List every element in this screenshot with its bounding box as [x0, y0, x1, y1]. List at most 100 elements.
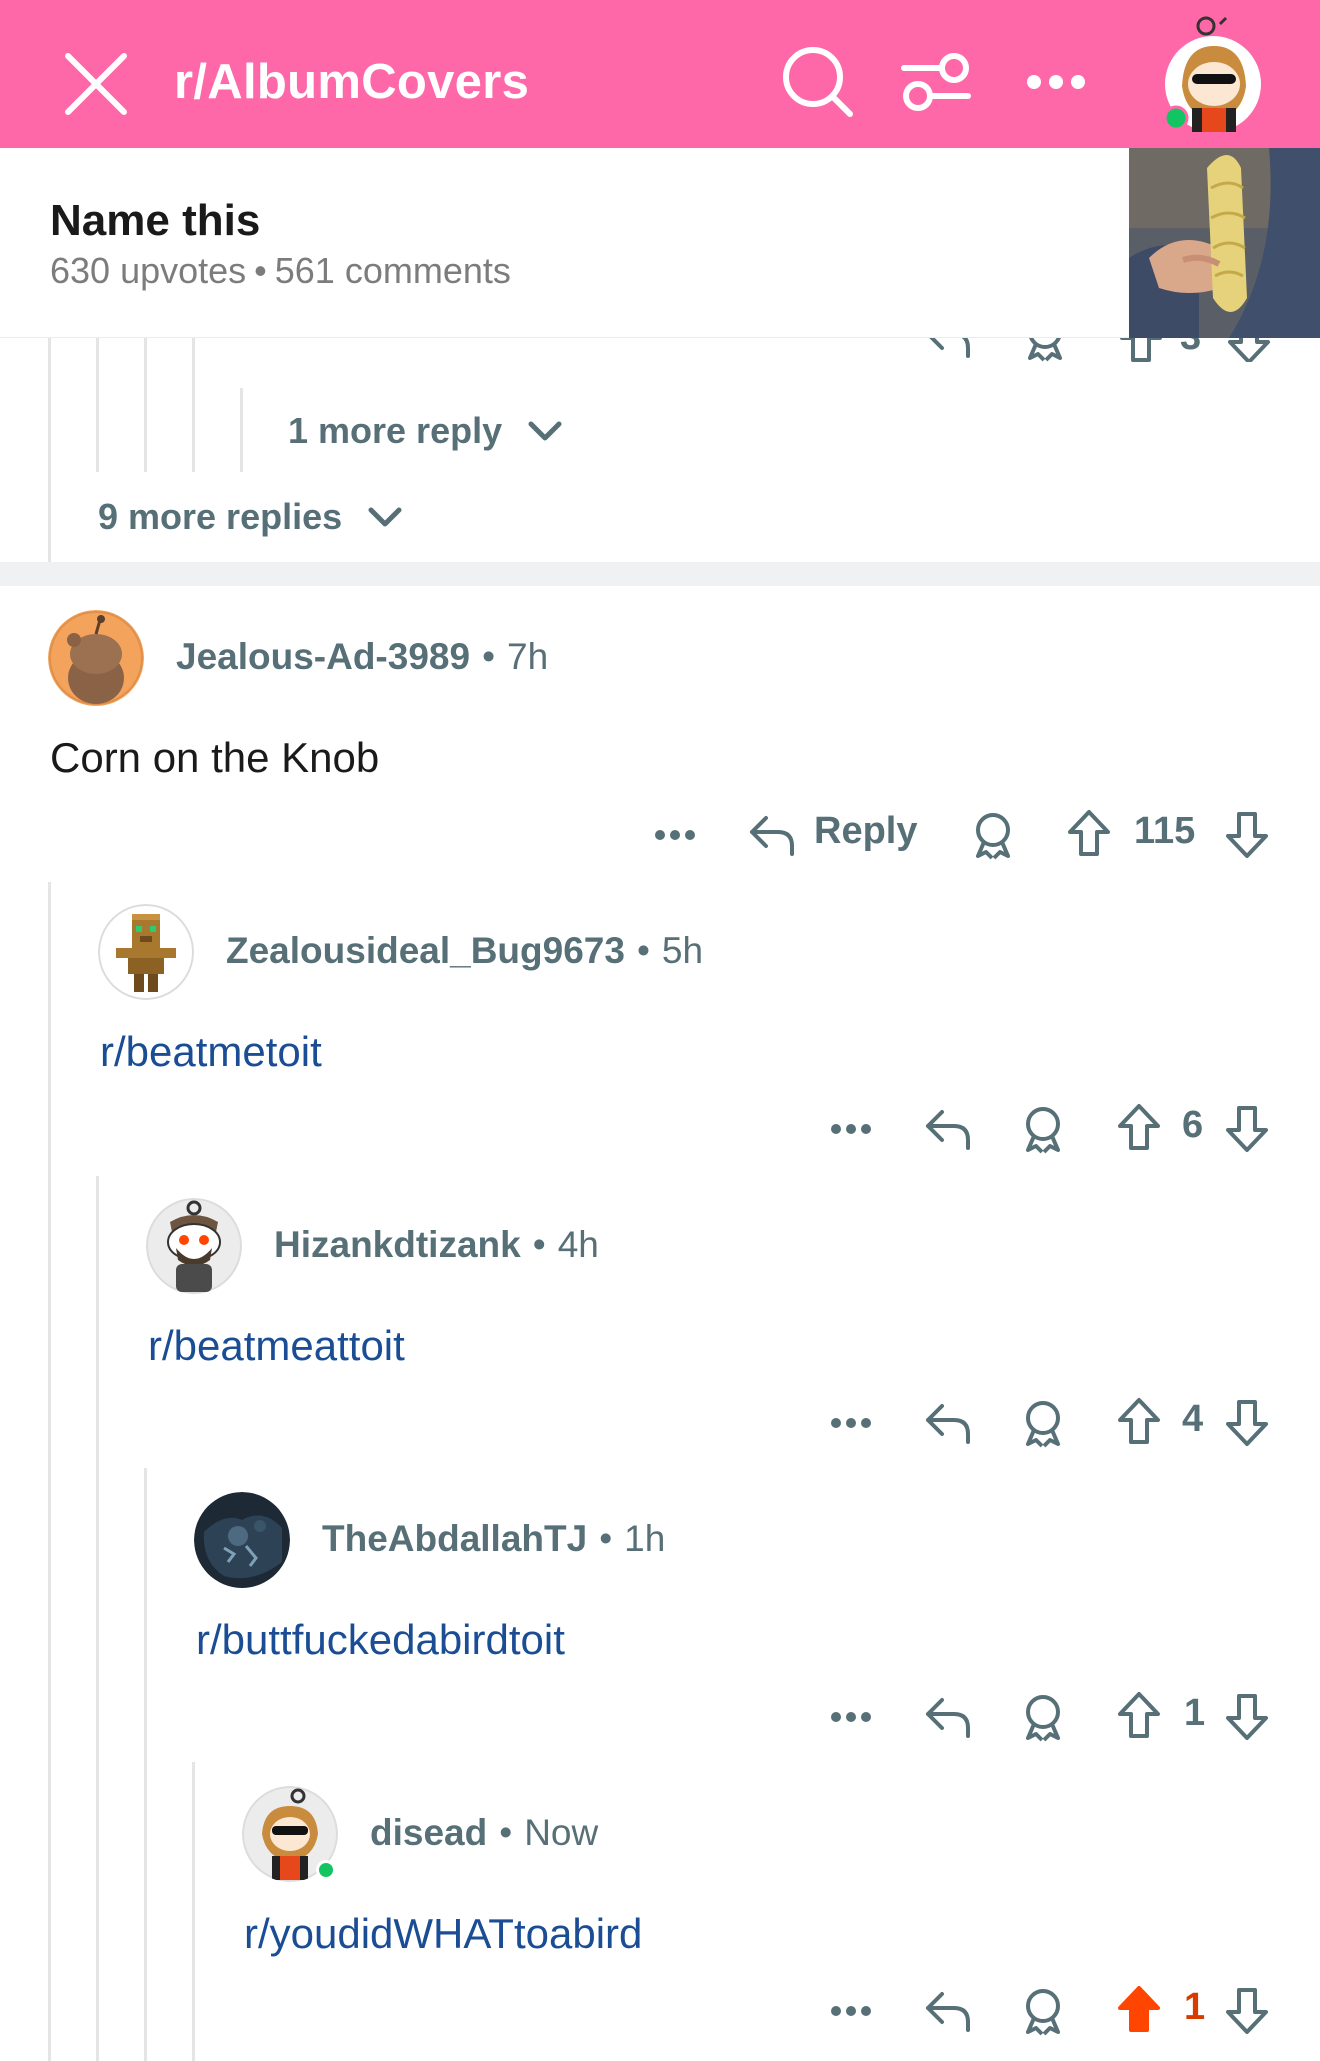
- comment-author[interactable]: Jealous-Ad-3989 • 7h: [176, 636, 548, 678]
- reply-icon[interactable]: [924, 338, 972, 360]
- reply-icon[interactable]: [924, 1398, 972, 1446]
- meta-separator: •: [254, 250, 267, 291]
- award-icon[interactable]: [970, 810, 1016, 860]
- subreddit-link[interactable]: r/beatmeattoit: [148, 1322, 405, 1370]
- thread-line: [192, 338, 195, 472]
- close-icon[interactable]: [62, 50, 130, 118]
- more-options-icon[interactable]: [830, 1710, 872, 1724]
- reply-icon[interactable]: [924, 1692, 972, 1740]
- thread-line: [48, 338, 51, 562]
- separator: •: [636, 930, 650, 971]
- avatar[interactable]: [194, 1492, 290, 1588]
- post-header[interactable]: Name this 630 upvotes • 561 comments: [0, 148, 1320, 338]
- subreddit-title[interactable]: r/AlbumCovers: [174, 54, 529, 110]
- username[interactable]: TheAbdallahTJ: [322, 1518, 587, 1559]
- upvote-icon[interactable]: [1116, 1396, 1162, 1446]
- comment-actions: 1: [0, 1686, 1320, 1746]
- more-replies-label: 9 more replies: [98, 496, 343, 537]
- more-options-icon[interactable]: [830, 1416, 872, 1430]
- upvote-icon[interactable]: [1066, 808, 1112, 858]
- downvote-icon[interactable]: [1224, 1104, 1270, 1154]
- avatar[interactable]: [146, 1198, 242, 1294]
- avatar[interactable]: [98, 904, 194, 1000]
- downvote-icon[interactable]: [1224, 810, 1270, 860]
- comment-actions: 6: [0, 1098, 1320, 1158]
- comment-actions: Reply 115: [0, 804, 1320, 864]
- more-replies-label: 1 more reply: [288, 410, 503, 451]
- subreddit-link[interactable]: r/youdidWHATtoabird: [244, 1910, 642, 1958]
- thread-divider: [0, 562, 1320, 586]
- comment-author[interactable]: TheAbdallahTJ • 1h: [322, 1518, 665, 1560]
- more-options-icon[interactable]: [830, 2004, 872, 2018]
- upvote-icon[interactable]: [1118, 338, 1164, 362]
- comment-actions: 1: [0, 1980, 1320, 2040]
- reply-icon[interactable]: [924, 1986, 972, 2034]
- top-bar: r/AlbumCovers: [0, 0, 1320, 148]
- comment-age: 5h: [661, 930, 704, 971]
- reply-button[interactable]: Reply: [814, 810, 917, 853]
- thread-line: [96, 338, 99, 472]
- award-icon[interactable]: [1022, 338, 1068, 362]
- comment-body: Corn on the Knob: [50, 734, 380, 781]
- username[interactable]: Jealous-Ad-3989: [176, 636, 470, 677]
- comment-author[interactable]: disead • Now: [370, 1812, 598, 1854]
- comment-age: 1h: [624, 1518, 666, 1559]
- separator: •: [532, 1224, 546, 1265]
- award-icon[interactable]: [1020, 1398, 1066, 1448]
- separator: •: [599, 1518, 613, 1559]
- more-replies-button[interactable]: 9 more replies: [98, 496, 402, 538]
- separator: •: [499, 1812, 513, 1853]
- username[interactable]: Hizankdtizank: [274, 1224, 521, 1265]
- chevron-down-icon: [368, 507, 402, 527]
- vote-count: 3: [1180, 338, 1201, 359]
- comment-author[interactable]: Hizankdtizank • 4h: [274, 1224, 599, 1266]
- more-options-icon[interactable]: [832, 338, 874, 344]
- post-meta: 630 upvotes • 561 comments: [50, 250, 511, 292]
- more-options-icon[interactable]: [654, 828, 696, 842]
- upvote-icon[interactable]: [1116, 1690, 1162, 1740]
- vote-count: 1: [1184, 1692, 1206, 1734]
- more-options-icon[interactable]: [830, 1122, 872, 1136]
- comment-age: Now: [524, 1812, 599, 1853]
- upvote-icon[interactable]: [1116, 1102, 1162, 1152]
- vote-count: 1: [1184, 1986, 1206, 2028]
- comment-age: 4h: [557, 1224, 599, 1265]
- search-icon[interactable]: [780, 44, 854, 118]
- username[interactable]: Zealousideal_Bug9673: [226, 930, 625, 971]
- reply-icon[interactable]: [924, 1104, 972, 1152]
- comment-actions: 4: [0, 1392, 1320, 1452]
- filter-icon[interactable]: [900, 50, 972, 114]
- chevron-down-icon: [528, 421, 562, 441]
- downvote-icon[interactable]: [1224, 1398, 1270, 1448]
- thread-line: [144, 338, 147, 472]
- vote-count: 4: [1182, 1398, 1204, 1440]
- upvote-count: 630 upvotes: [50, 250, 247, 291]
- avatar[interactable]: [48, 610, 144, 706]
- username[interactable]: disead: [370, 1812, 487, 1853]
- vote-count: 6: [1182, 1104, 1204, 1146]
- user-avatar[interactable]: [1162, 16, 1264, 134]
- comment-actions-partial: 3: [820, 338, 1280, 362]
- subreddit-link[interactable]: r/beatmetoit: [100, 1028, 322, 1076]
- more-replies-button[interactable]: 1 more reply: [288, 410, 562, 452]
- downvote-icon[interactable]: [1224, 1986, 1270, 2036]
- award-icon[interactable]: [1020, 1104, 1066, 1154]
- comment-count: 561 comments: [274, 250, 511, 291]
- upvote-icon-active[interactable]: [1116, 1984, 1162, 2034]
- award-icon[interactable]: [1020, 1986, 1066, 2036]
- thread-line: [144, 1468, 147, 2061]
- separator: •: [482, 636, 496, 677]
- comment-author[interactable]: Zealousideal_Bug9673 • 5h: [226, 930, 703, 972]
- vote-count: 115: [1134, 810, 1196, 852]
- online-status-dot: [316, 1860, 336, 1880]
- thread-line: [48, 882, 51, 2061]
- subreddit-link[interactable]: r/buttfuckedabirdtoit: [196, 1616, 565, 1664]
- downvote-icon[interactable]: [1224, 1692, 1270, 1742]
- reply-icon[interactable]: [748, 810, 796, 858]
- downvote-icon[interactable]: [1226, 338, 1272, 362]
- award-icon[interactable]: [1020, 1692, 1066, 1742]
- comment-age: 7h: [507, 636, 549, 677]
- post-thumbnail[interactable]: [1129, 148, 1320, 338]
- thread-line: [96, 1176, 99, 2061]
- more-icon[interactable]: [1024, 64, 1088, 100]
